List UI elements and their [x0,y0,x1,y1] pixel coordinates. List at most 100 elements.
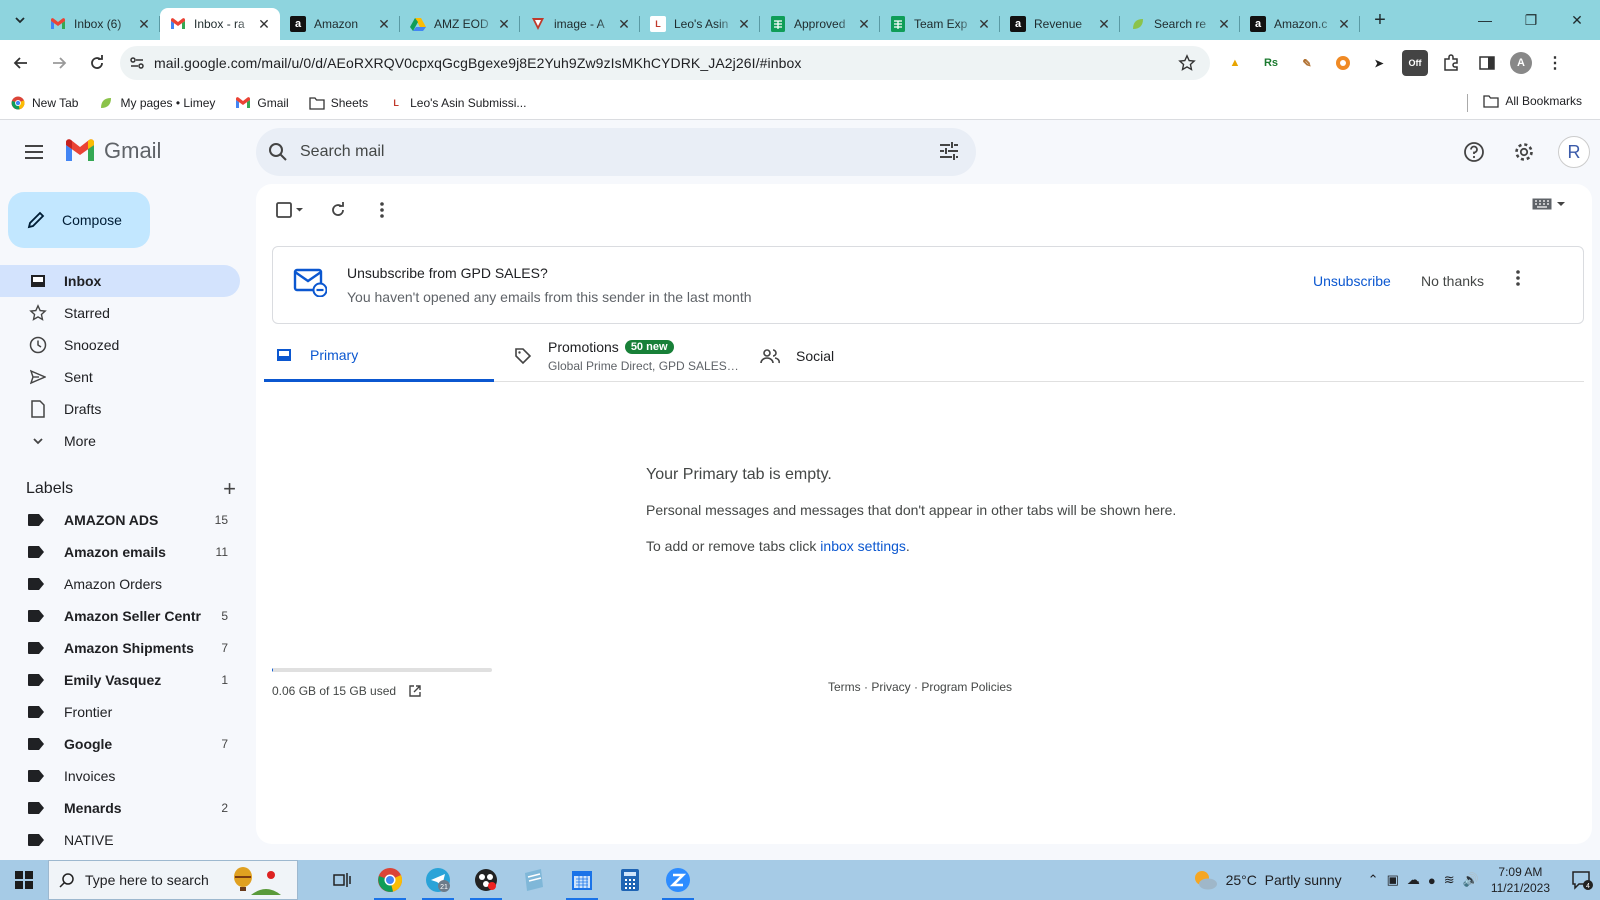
label-item[interactable]: NATIVE [0,824,240,856]
unsubscribe-button[interactable]: Unsubscribe [1313,273,1391,289]
nav-item-starred[interactable]: Starred [0,297,240,329]
close-tab-icon[interactable]: ✕ [256,16,272,32]
volume-icon[interactable]: 🔊 [1463,872,1479,888]
off-extension-icon[interactable]: Off [1402,50,1428,76]
taskbar-calendar[interactable] [558,860,606,900]
close-tab-icon[interactable]: ✕ [736,16,752,32]
browser-profile-avatar[interactable]: A [1510,52,1532,74]
account-avatar[interactable]: R [1558,136,1590,168]
close-tab-icon[interactable]: ✕ [1336,16,1352,32]
label-item[interactable]: Amazon emails 11 [0,536,240,568]
taskbar-zoom[interactable] [654,860,702,900]
terms-link[interactable]: Terms [828,680,861,694]
settings-button[interactable] [1504,132,1544,172]
label-item[interactable]: AMAZON ADS 15 [0,504,240,536]
arrow-extension-icon[interactable]: ➤ [1366,50,1392,76]
label-item[interactable]: Emily Vasquez 1 [0,664,240,696]
clipboard-extension-icon[interactable]: ✎ [1294,50,1320,76]
nav-item-drafts[interactable]: Drafts [0,393,240,425]
gmail-logo[interactable]: Gmail [64,138,161,164]
compose-button[interactable]: Compose [8,192,150,248]
taskbar-search-box[interactable]: Type here to search [48,860,298,900]
side-panel-icon[interactable] [1474,50,1500,76]
bookmark-star-icon[interactable] [1178,54,1196,72]
close-tab-icon[interactable]: ✕ [1096,16,1112,32]
bookmark-item[interactable]: New Tab [10,95,78,111]
support-button[interactable] [1454,132,1494,172]
task-view-button[interactable] [318,860,366,900]
tab-primary[interactable]: Primary [264,330,494,382]
forward-button[interactable] [42,46,76,80]
show-hidden-icons-button[interactable]: ⌃ [1368,872,1379,888]
banner-more-button[interactable] [1515,269,1521,287]
camera-icon[interactable]: ▣ [1387,872,1399,888]
all-bookmarks-button[interactable]: All Bookmarks [1467,94,1582,112]
close-window-button[interactable]: ✕ [1554,0,1600,40]
orange-extension-icon[interactable] [1330,50,1356,76]
label-item[interactable]: Frontier [0,696,240,728]
browser-tab[interactable]: Search re ✕ [1120,8,1240,40]
drive-extension-icon[interactable]: ▲ [1222,50,1248,76]
weather-widget[interactable]: 25°C Partly sunny [1192,869,1342,891]
search-icon[interactable] [268,142,288,162]
more-actions-button[interactable] [364,192,400,228]
start-button[interactable] [0,860,48,900]
taskbar-clock[interactable]: 7:09 AM 11/21/2023 [1491,864,1550,896]
label-item[interactable]: Amazon Seller Centr 5 [0,600,240,632]
program-policies-link[interactable]: Program Policies [921,680,1012,694]
close-tab-icon[interactable]: ✕ [496,16,512,32]
reload-button[interactable] [80,46,114,80]
close-tab-icon[interactable]: ✕ [1216,16,1232,32]
minimize-button[interactable]: — [1462,0,1508,40]
bookmark-item[interactable]: L Leo's Asin Submissi... [388,94,526,111]
select-all-checkbox[interactable] [268,192,312,228]
close-tab-icon[interactable]: ✕ [616,16,632,32]
close-tab-icon[interactable]: ✕ [136,16,152,32]
nav-item-more[interactable]: More [0,425,240,457]
refresh-button[interactable] [320,192,356,228]
label-item[interactable]: Menards 2 [0,792,240,824]
bookmark-item[interactable]: Sheets [309,95,368,111]
browser-tab[interactable]: a Revenue ✕ [1000,8,1120,40]
back-button[interactable] [4,46,38,80]
nav-item-inbox[interactable]: Inbox [0,265,240,297]
privacy-link[interactable]: Privacy [871,680,910,694]
browser-tab[interactable]: AMZ EOD ✕ [400,8,520,40]
browser-tab[interactable]: Approved ✕ [760,8,880,40]
label-item[interactable]: Amazon Orders [0,568,240,600]
taskbar-obs[interactable] [462,860,510,900]
new-tab-button[interactable]: + [1366,6,1394,34]
taskbar-telegram[interactable]: 21 [414,860,462,900]
browser-tab[interactable]: Inbox (6) ✕ [40,8,160,40]
browser-tab[interactable]: a Amazon.c ✕ [1240,8,1360,40]
close-tab-icon[interactable]: ✕ [976,16,992,32]
browser-tab[interactable]: image - A ✕ [520,8,640,40]
create-label-button[interactable]: + [223,476,236,502]
taskbar-chrome[interactable] [366,860,414,900]
bookmark-item[interactable]: My pages • Limey [98,95,215,111]
open-external-icon[interactable] [408,684,422,698]
taskbar-calculator[interactable] [606,860,654,900]
search-options-icon[interactable] [938,140,960,162]
search-mail-bar[interactable]: Search mail [256,128,976,176]
bookmark-item[interactable]: Gmail [235,95,289,111]
close-tab-icon[interactable]: ✕ [856,16,872,32]
tab-search-button[interactable] [0,0,40,40]
label-item[interactable]: Google 7 [0,728,240,760]
label-item[interactable]: Invoices [0,760,240,792]
no-thanks-button[interactable]: No thanks [1421,273,1484,289]
restore-button[interactable]: ❐ [1508,0,1554,40]
browser-tab[interactable]: a Amazon ✕ [280,8,400,40]
microphone-icon[interactable]: ● [1428,873,1436,888]
address-bar[interactable]: mail.google.com/mail/u/0/d/AEoRXRQV0cpxq… [120,46,1210,80]
label-item[interactable]: Amazon Shipments 7 [0,632,240,664]
tab-promotions[interactable]: Promotions 50 new Global Prime Direct, G… [514,330,754,382]
input-tools-button[interactable] [1532,198,1566,210]
site-info-icon[interactable] [128,54,146,72]
nav-item-sent[interactable]: Sent [0,361,240,393]
extensions-puzzle-icon[interactable] [1438,50,1464,76]
main-menu-button[interactable] [18,136,50,168]
browser-tab[interactable]: L Leo's Asin ✕ [640,8,760,40]
rs-extension-icon[interactable]: Rs [1258,50,1284,76]
notification-center-button[interactable]: 4 [1564,860,1600,900]
